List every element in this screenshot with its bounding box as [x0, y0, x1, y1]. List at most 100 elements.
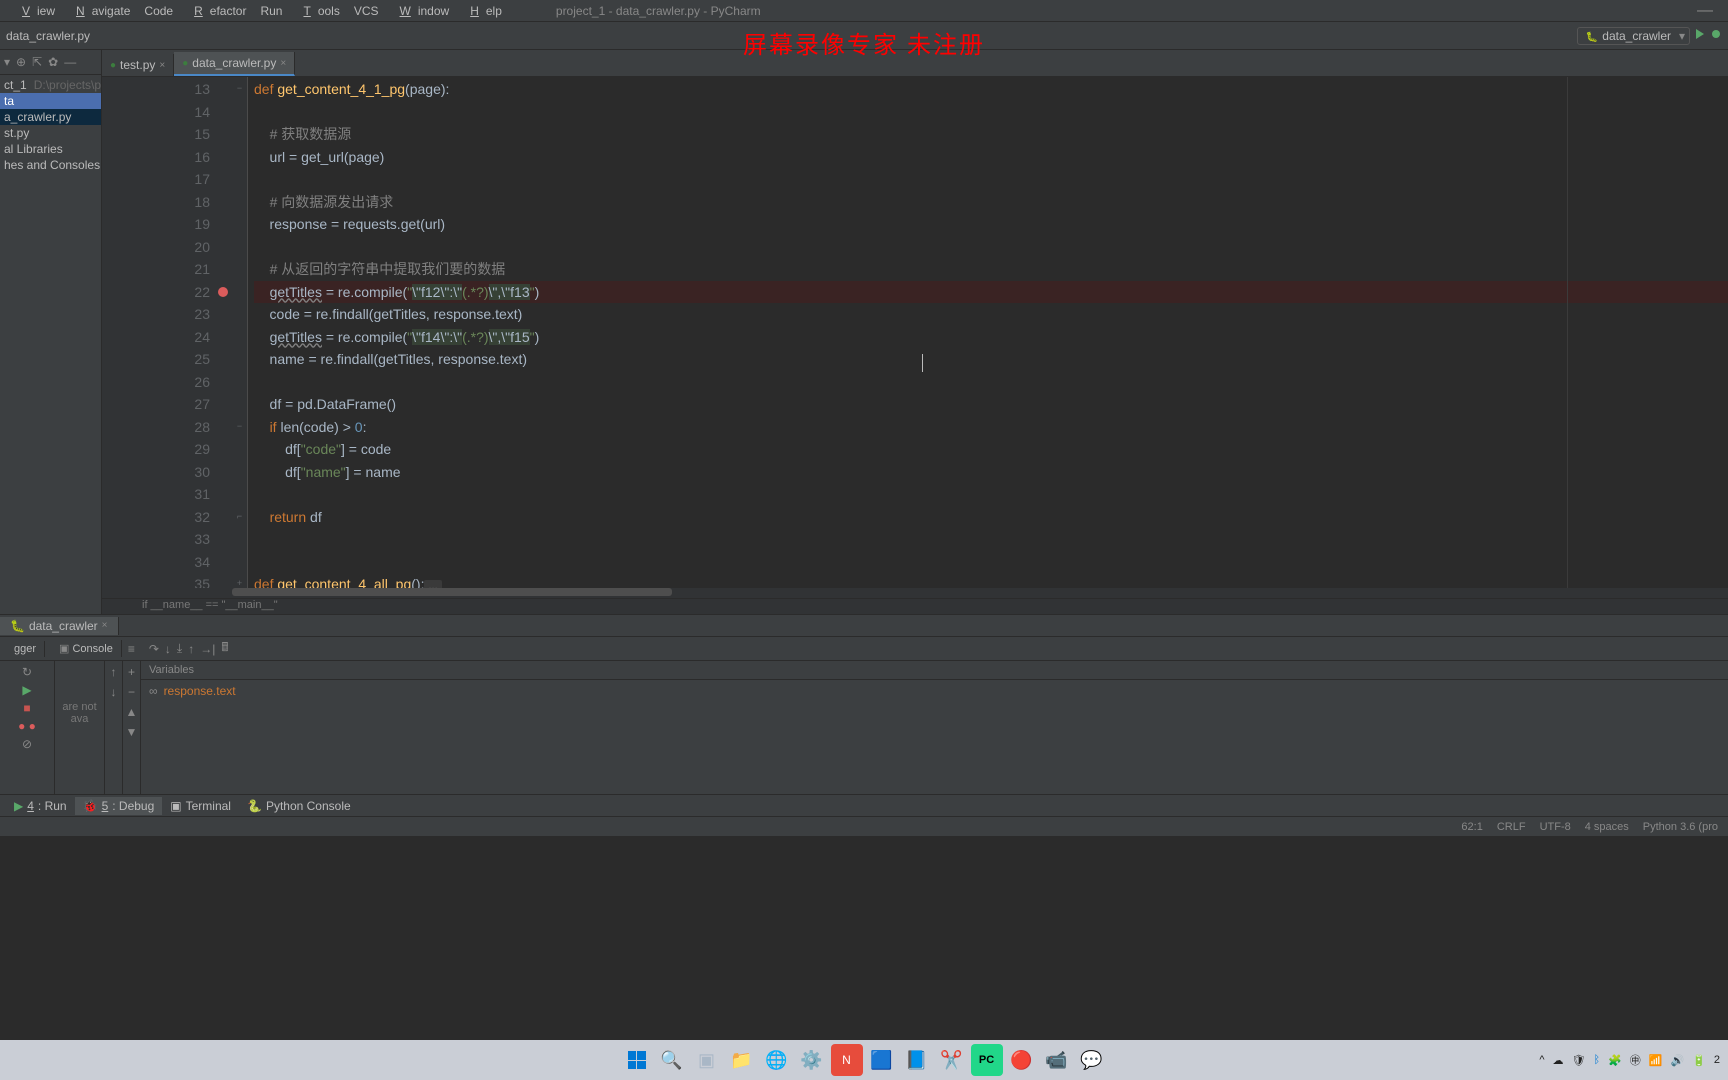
fold-toggle[interactable]	[232, 145, 247, 168]
close-icon[interactable]: ×	[280, 58, 286, 69]
fold-toggle[interactable]	[232, 437, 247, 460]
fold-toggle[interactable]: +	[232, 572, 247, 588]
code-line[interactable]: df["name"] = name	[254, 461, 1728, 484]
screen-recorder-icon[interactable]: 📹	[1041, 1044, 1073, 1076]
caret-position[interactable]: 62:1	[1461, 821, 1482, 833]
locate-icon[interactable]: ⊕	[16, 55, 26, 69]
start-button[interactable]	[621, 1044, 653, 1076]
frame-up-icon[interactable]: ↑	[111, 665, 117, 679]
fold-toggle[interactable]	[232, 460, 247, 483]
layout-icon[interactable]: ≡	[128, 642, 135, 656]
debugger-subtab[interactable]: gger	[6, 641, 45, 657]
code-line[interactable]	[254, 483, 1728, 506]
tray-battery-icon[interactable]: 🔋	[1692, 1054, 1706, 1067]
code-line[interactable]: return df	[254, 506, 1728, 529]
debug-tool-button[interactable]: 🐞 5: Debug	[75, 797, 163, 815]
app-icon-4[interactable]: ✂️	[936, 1044, 968, 1076]
run-configuration-selector[interactable]: data_crawler	[1577, 27, 1690, 45]
python-console-tool-button[interactable]: 🐍 Python Console	[239, 797, 359, 815]
fold-toggle[interactable]	[232, 325, 247, 348]
view-breakpoints-icon[interactable]: ● ●	[18, 719, 36, 733]
tray-shield-icon[interactable]: 🛡	[1571, 1054, 1585, 1067]
step-into-my-icon[interactable]: ⤓	[177, 641, 182, 656]
add-watch-icon[interactable]: +	[128, 665, 135, 679]
tray-notification-icon[interactable]: 2	[1714, 1054, 1720, 1066]
fold-toggle[interactable]	[232, 347, 247, 370]
collapse-icon[interactable]: ⇱	[32, 55, 42, 69]
code-editor[interactable]: 1314151617181920212223242526272829303132…	[102, 77, 1728, 588]
project-tree[interactable]: ct_1D:\projects\projetaa_crawler.pyst.py…	[0, 75, 101, 175]
app-icon-2[interactable]: 🟦	[866, 1044, 898, 1076]
fold-toggle[interactable]	[232, 370, 247, 393]
search-icon[interactable]: 🔍	[656, 1044, 688, 1076]
edge-icon[interactable]: 🌐	[761, 1044, 793, 1076]
menu-refactor[interactable]: Refactor	[180, 4, 253, 18]
code-line[interactable]: if len(code) > 0:	[254, 416, 1728, 439]
run-to-cursor-icon[interactable]: →|	[200, 642, 215, 656]
debug-button[interactable]	[1710, 28, 1722, 43]
pycharm-icon[interactable]: PC	[971, 1044, 1003, 1076]
step-over-icon[interactable]: ↷	[149, 642, 159, 656]
file-encoding[interactable]: UTF-8	[1540, 821, 1571, 833]
fold-toggle[interactable]	[232, 280, 247, 303]
watch-down-icon[interactable]: ▼	[126, 725, 138, 739]
rerun-icon[interactable]: ↻	[22, 665, 32, 679]
editor-hscrollbar[interactable]	[102, 588, 1728, 598]
tray-volume-icon[interactable]: 🔊	[1670, 1054, 1684, 1067]
code-line[interactable]: def get_content_4_1_pg(page):	[254, 78, 1728, 101]
fold-toggle[interactable]	[232, 122, 247, 145]
menu-code[interactable]: Code	[137, 4, 180, 18]
fold-toggle[interactable]	[232, 392, 247, 415]
line-separator[interactable]: CRLF	[1497, 821, 1526, 833]
code-line[interactable]	[254, 371, 1728, 394]
explorer-icon[interactable]: 📁	[726, 1044, 758, 1076]
tree-item[interactable]: hes and Consoles	[0, 157, 101, 173]
watch-up-icon[interactable]: ▲	[126, 705, 138, 719]
code-line[interactable]: def get_content_4_all_pg():...	[254, 573, 1728, 588]
remove-watch-icon[interactable]: −	[128, 685, 135, 699]
app-icon-1[interactable]: N	[831, 1044, 863, 1076]
code-line[interactable]: df = pd.DataFrame()	[254, 393, 1728, 416]
fold-column[interactable]: −−⌐+	[232, 77, 248, 588]
menu-vcs[interactable]: VCS	[347, 4, 386, 18]
fold-toggle[interactable]	[232, 235, 247, 258]
mute-breakpoints-icon[interactable]: ⊘	[22, 737, 32, 751]
app-icon-3[interactable]: 📘	[901, 1044, 933, 1076]
fold-toggle[interactable]	[232, 550, 247, 573]
code-line[interactable]: df["code"] = code	[254, 438, 1728, 461]
watch-expression[interactable]: ∞ response.text	[141, 680, 1728, 702]
run-tool-button[interactable]: ▶ 4: Run	[6, 797, 75, 815]
code-line[interactable]	[254, 551, 1728, 574]
code-line[interactable]: code = re.findall(getTitles, response.te…	[254, 303, 1728, 326]
breadcrumb[interactable]: data_crawler.py	[0, 29, 90, 43]
editor-tab[interactable]: ●data_crawler.py×	[174, 52, 295, 76]
fold-toggle[interactable]	[232, 257, 247, 280]
system-tray[interactable]: ^ ☁ 🛡 ᛒ 🧩 ㊥ 📶 🔊 🔋 2	[1539, 1052, 1720, 1068]
run-button[interactable]	[1694, 28, 1706, 43]
fold-toggle[interactable]	[232, 212, 247, 235]
console-subtab[interactable]: ▣ Console	[51, 640, 122, 657]
menu-tools[interactable]: Tools	[289, 4, 346, 18]
evaluate-icon[interactable]: 🖩	[221, 638, 228, 659]
project-view-mode[interactable]: ▾	[4, 55, 10, 69]
code-line[interactable]: getTitles = re.compile("\"f14\":\"(.*?)\…	[254, 326, 1728, 349]
wechat-icon[interactable]: 💬	[1076, 1044, 1108, 1076]
python-interpreter[interactable]: Python 3.6 (pro	[1643, 821, 1718, 833]
step-into-icon[interactable]: ↓	[165, 642, 171, 656]
breakpoint-icon[interactable]	[218, 287, 228, 297]
code-line[interactable]	[254, 101, 1728, 124]
code-line[interactable]	[254, 528, 1728, 551]
tray-bluetooth-icon[interactable]: ᛒ	[1593, 1054, 1600, 1066]
hide-icon[interactable]: —	[64, 55, 76, 69]
menu-navigate[interactable]: Navigate	[62, 4, 137, 18]
fold-toggle[interactable]	[232, 482, 247, 505]
code-line[interactable]	[254, 168, 1728, 191]
chrome-icon[interactable]: 🔴	[1006, 1044, 1038, 1076]
fold-toggle[interactable]	[232, 302, 247, 325]
task-view-icon[interactable]: ▣	[691, 1044, 723, 1076]
code-line[interactable]: url = get_url(page)	[254, 146, 1728, 169]
settings-icon[interactable]: ⚙️	[796, 1044, 828, 1076]
stop-icon[interactable]: ■	[23, 701, 30, 715]
close-icon[interactable]: ×	[159, 60, 165, 71]
frame-down-icon[interactable]: ↓	[111, 685, 117, 699]
